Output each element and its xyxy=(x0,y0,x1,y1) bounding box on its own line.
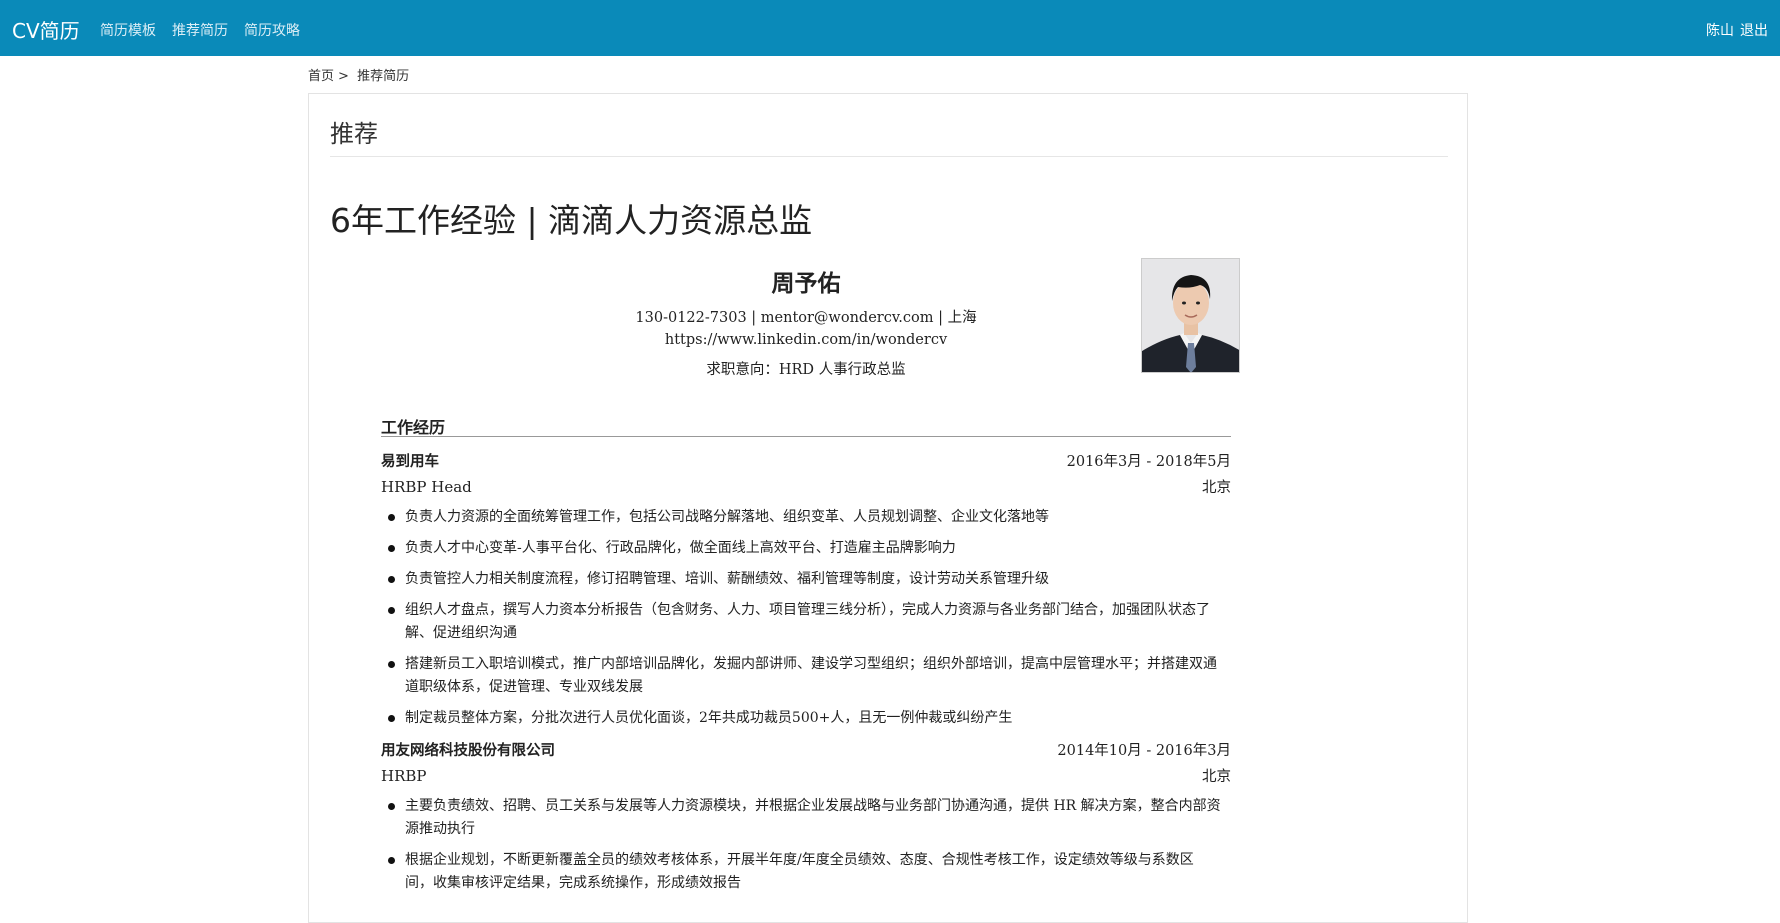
bullet-dot-icon xyxy=(388,576,395,583)
job-company: 易到用车 xyxy=(381,453,439,470)
breadcrumb-home[interactable]: 首页 xyxy=(308,69,334,84)
job-location: 北京 xyxy=(1202,769,1231,785)
logout-link[interactable]: 退出 xyxy=(1740,20,1768,40)
job-location: 北京 xyxy=(1202,480,1231,496)
bullet-dot-icon xyxy=(388,661,395,668)
bullet-text: 根据企业规划，不断更新覆盖全员的绩效考核体系，开展半年度/年度全员绩效、态度、合… xyxy=(405,852,1194,891)
nav-links: 简历模板 推荐简历 简历攻略 xyxy=(100,20,300,40)
recommend-panel: 推荐 6年工作经验 | 滴滴人力资源总监 周予佑 130-0122-7303 |… xyxy=(308,93,1468,923)
bullet-dot-icon xyxy=(388,607,395,614)
bullet-text: 组织人才盘点，撰写人力资本分析报告（包含财务、人力、项目管理三线分析），完成人力… xyxy=(405,602,1210,641)
person-portrait-icon xyxy=(1142,259,1239,372)
breadcrumb-current: 推荐简历 xyxy=(357,69,410,84)
candidate-photo xyxy=(1141,258,1240,373)
bullet-text: 制定裁员整体方案，分批次进行人员优化面谈，2年共成功裁员500+人，且无一例仲裁… xyxy=(405,710,1013,726)
bullet-dot-icon xyxy=(388,803,395,810)
job-role-row: HRBP 北京 xyxy=(381,765,1231,786)
bullet-text: 搭建新员工入职培训模式，推广内部培训品牌化，发掘内部讲师、建设学习型组织；组织外… xyxy=(405,656,1217,695)
top-navbar: CV简历 简历模板 推荐简历 简历攻略 陈山 退出 xyxy=(0,0,1780,56)
job-role: HRBP Head xyxy=(381,478,472,496)
user-name-link[interactable]: 陈山 xyxy=(1706,20,1734,40)
job-company: 用友网络科技股份有限公司 xyxy=(381,742,555,759)
candidate-contact: 130-0122-7303 | mentor@wondercv.com | 上海 xyxy=(635,310,977,326)
job-role-row: HRBP Head 北京 xyxy=(381,476,1231,497)
nav-link-guides[interactable]: 简历攻略 xyxy=(244,20,300,40)
job-header-row: 易到用车 2016年3月 - 2018年5月 xyxy=(381,450,1231,471)
panel-title: 推荐 xyxy=(330,120,378,148)
brand-logo[interactable]: CV简历 xyxy=(12,15,80,44)
candidate-name: 周予佑 xyxy=(771,270,841,297)
user-menu: 陈山 退出 xyxy=(1706,20,1768,40)
resume-headline: 6年工作经验 | 滴滴人力资源总监 xyxy=(330,201,813,241)
bullet-text: 主要负责绩效、招聘、员工关系与发展等人力资源模块，并根据企业发展战略与业务部门协… xyxy=(405,798,1221,837)
candidate-linkedin: https://www.linkedin.com/in/wondercv xyxy=(664,332,948,348)
section-title-work-experience: 工作经历 xyxy=(381,418,446,437)
bullet-dot-icon xyxy=(388,514,395,521)
job-role: HRBP xyxy=(381,767,427,785)
job-dates: 2016年3月 - 2018年5月 xyxy=(1066,454,1231,470)
bullet-dot-icon xyxy=(388,545,395,552)
bullet-text: 负责人才中心变革-人事平台化、行政品牌化，做全面线上高效平台、打造雇主品牌影响力 xyxy=(405,540,956,556)
breadcrumb-separator: > xyxy=(338,69,349,84)
breadcrumb: 首页 > 推荐简历 xyxy=(308,65,413,84)
bullet-text: 负责管控人力相关制度流程，修订招聘管理、培训、薪酬绩效、福利管理等制度，设计劳动… xyxy=(405,571,1049,587)
nav-link-recommended[interactable]: 推荐简历 xyxy=(172,20,228,40)
bullet-text: 负责人力资源的全面统筹管理工作，包括公司战略分解落地、组织变革、人员规划调整、企… xyxy=(405,509,1049,525)
section-divider xyxy=(381,436,1231,437)
bullet-dot-icon xyxy=(388,857,395,864)
job-header-row: 用友网络科技股份有限公司 2014年10月 - 2016年3月 xyxy=(381,739,1231,760)
candidate-objective: 求职意向：HRD 人事行政总监 xyxy=(706,362,906,378)
bullet-dot-icon xyxy=(388,715,395,722)
panel-divider xyxy=(330,156,1448,157)
job-dates: 2014年10月 - 2016年3月 xyxy=(1057,743,1231,759)
nav-link-templates[interactable]: 简历模板 xyxy=(100,20,156,40)
